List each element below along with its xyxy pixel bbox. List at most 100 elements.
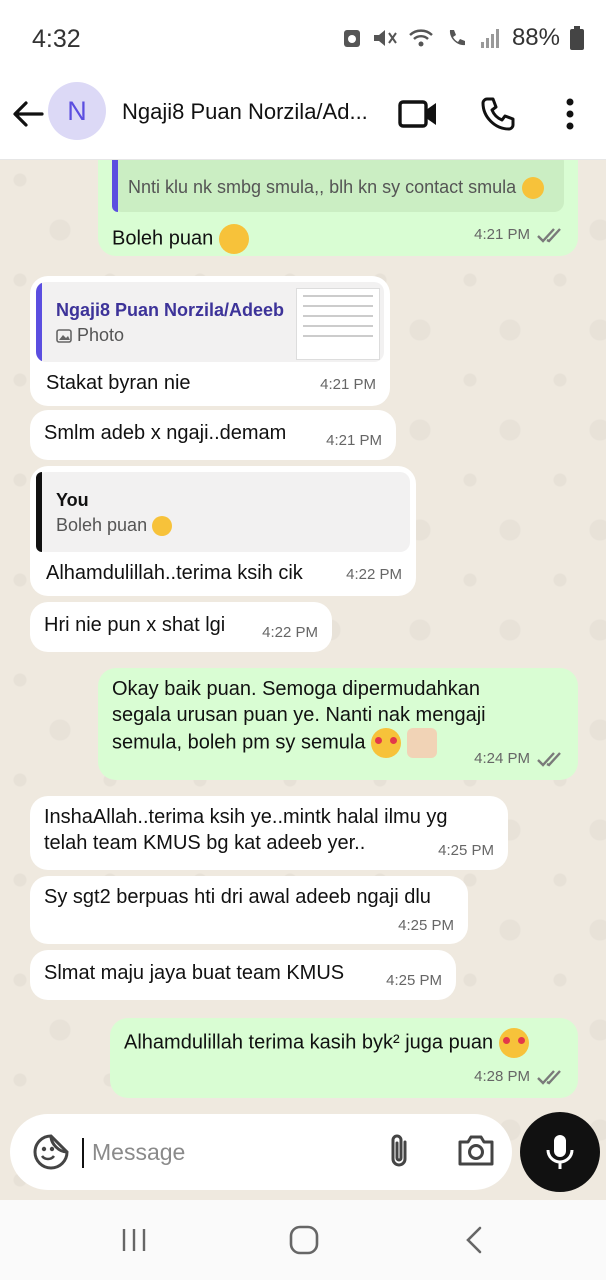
message-time: 4:28 PM [474, 1068, 530, 1085]
quote-bar [112, 160, 118, 212]
message-time: 4:25 PM [438, 842, 494, 859]
photo-thumbnail[interactable] [296, 288, 380, 360]
message-line: segala urusan puan ye. Nanti nak mengaji [112, 704, 486, 726]
message-line: telah team KMUS bg kat adeeb yer.. [44, 832, 366, 854]
double-check-icon [537, 1070, 561, 1085]
nav-back-icon [466, 1226, 482, 1254]
message-bubble-incoming[interactable]: You Boleh puan Alhamdulillah..terima ksi… [30, 466, 416, 596]
double-check-icon [537, 228, 561, 243]
text-caret [82, 1138, 84, 1168]
message-text: Smlm adeb x ngaji..demam [44, 422, 287, 444]
message-line: Okay baik puan. Semoga dipermudahkan [112, 678, 481, 700]
status-icons: 88% [342, 24, 584, 52]
attach-button[interactable] [380, 1132, 420, 1172]
recents-button[interactable] [114, 1222, 154, 1258]
message-time: 4:25 PM [386, 972, 442, 989]
message-meta: 4:22 PM [262, 620, 318, 646]
message-time: 4:22 PM [346, 566, 402, 583]
video-call-button[interactable] [396, 92, 440, 136]
message-meta: 4:25 PM [386, 968, 442, 994]
battery-icon [570, 26, 584, 50]
voice-message-button[interactable] [520, 1112, 600, 1192]
quote-bar [36, 282, 42, 362]
video-call-icon [398, 100, 436, 128]
heart-eyes-emoji-icon [498, 1028, 529, 1058]
sticker-button[interactable] [32, 1133, 70, 1171]
camera-icon [458, 1135, 494, 1166]
recents-icon [122, 1229, 146, 1251]
message-text: Hri nie pun x shat lgi [44, 614, 226, 636]
quote-bar [36, 472, 42, 552]
more-options-button[interactable] [548, 92, 592, 136]
message-time: 4:25 PM [398, 917, 454, 934]
battery-percent: 88% [511, 24, 560, 51]
message-line: InshaAllah..terima ksih ye..mintk halal … [44, 806, 448, 828]
message-time: 4:21 PM [326, 432, 382, 449]
status-bar: 4:32 88% [0, 0, 606, 78]
message-line-last: Alhamdulillah terima kasih byk² juga pua… [124, 1028, 564, 1058]
attach-icon [391, 1134, 407, 1167]
home-button[interactable] [284, 1222, 324, 1258]
heart-eyes-emoji-icon [371, 728, 402, 758]
wifi-call-icon [409, 29, 433, 47]
message-meta: 4:25 PM [398, 913, 454, 939]
message-text: Boleh puan [112, 227, 214, 250]
photo-icon [56, 329, 72, 344]
message-meta: 4:24 PM [474, 746, 564, 772]
camera-button[interactable] [456, 1132, 500, 1172]
message-bubble-incoming[interactable]: Sy sgt2 berpuas hti dri awal adeeb ngaji… [30, 876, 468, 944]
contact-avatar[interactable]: N [48, 82, 106, 140]
message-input-pill[interactable] [10, 1114, 512, 1190]
nav-back-button[interactable] [454, 1222, 494, 1258]
recycle-notification-icon [343, 30, 360, 47]
message-text: Sy sgt2 berpuas hti dri awal adeeb ngaji… [44, 886, 431, 908]
message-meta: 4:25 PM [438, 838, 494, 864]
chat-title[interactable]: Ngaji8 Puan Norzila/Ad... [122, 99, 384, 125]
message-composer [0, 1110, 606, 1200]
mute-icon [373, 30, 397, 46]
message-input[interactable] [92, 1134, 372, 1170]
message-time: 4:21 PM [474, 226, 530, 243]
message-bubble-outgoing[interactable]: Alhamdulillah terima kasih byk² juga pua… [110, 1018, 578, 1098]
thumbs-up-emoji-icon [406, 728, 437, 758]
smile-emoji-icon [152, 516, 173, 537]
status-time: 4:32 [32, 25, 81, 53]
quoted-message[interactable]: You Boleh puan [36, 472, 410, 552]
smile-emoji-icon [521, 176, 544, 199]
message-bubble-outgoing[interactable]: Okay baik puan. Semoga dipermudahkan seg… [98, 668, 578, 780]
quote-sender: You [56, 490, 89, 510]
back-arrow-icon [13, 101, 44, 127]
voice-call-button[interactable] [476, 92, 520, 136]
message-bubble-incoming[interactable]: Smlm adeb x ngaji..demam 4:21 PM [30, 410, 396, 460]
message-meta: 4:21 PM [474, 222, 564, 248]
chat-area[interactable]: Nnti klu nk smbg smula,, blh kn sy conta… [0, 160, 606, 1200]
message-meta: 4:21 PM [326, 428, 382, 454]
message-meta: 4:22 PM [346, 562, 402, 588]
back-button[interactable] [10, 96, 46, 132]
more-options-icon [566, 98, 574, 130]
sticker-icon [33, 1134, 69, 1170]
volte-call-icon [449, 30, 465, 46]
double-check-icon [537, 752, 561, 767]
message-time: 4:21 PM [320, 376, 376, 393]
message-bubble-incoming[interactable]: Ngaji8 Puan Norzila/Adeeb Photo Stakat b… [30, 276, 390, 406]
home-icon [289, 1225, 319, 1255]
quote-text: Nnti klu nk smbg smula,, blh kn sy conta… [128, 177, 517, 197]
message-time: 4:24 PM [474, 750, 530, 767]
message-time: 4:22 PM [262, 624, 318, 641]
message-text: Slmat maju jaya buat team KMUS [44, 962, 345, 984]
message-bubble-incoming[interactable]: InshaAllah..terima ksih ye..mintk halal … [30, 796, 508, 870]
chat-header: N Ngaji8 Puan Norzila/Ad... [0, 78, 606, 160]
phone-icon [481, 97, 515, 131]
smile-emoji-icon [218, 224, 249, 254]
message-bubble-incoming[interactable]: Hri nie pun x shat lgi 4:22 PM [30, 602, 332, 652]
quoted-photo-message[interactable]: Ngaji8 Puan Norzila/Adeeb Photo [36, 282, 384, 362]
mic-icon [546, 1135, 574, 1169]
signal-icon [480, 29, 499, 48]
message-meta: 4:21 PM [320, 372, 376, 398]
message-bubble-incoming[interactable]: Slmat maju jaya buat team KMUS 4:25 PM [30, 950, 456, 1000]
quoted-message[interactable]: Nnti klu nk smbg smula,, blh kn sy conta… [112, 160, 564, 212]
message-bubble-outgoing[interactable]: Nnti klu nk smbg smula,, blh kn sy conta… [98, 160, 578, 256]
quote-text: Boleh puan [56, 512, 410, 538]
system-navigation-bar [0, 1200, 606, 1280]
